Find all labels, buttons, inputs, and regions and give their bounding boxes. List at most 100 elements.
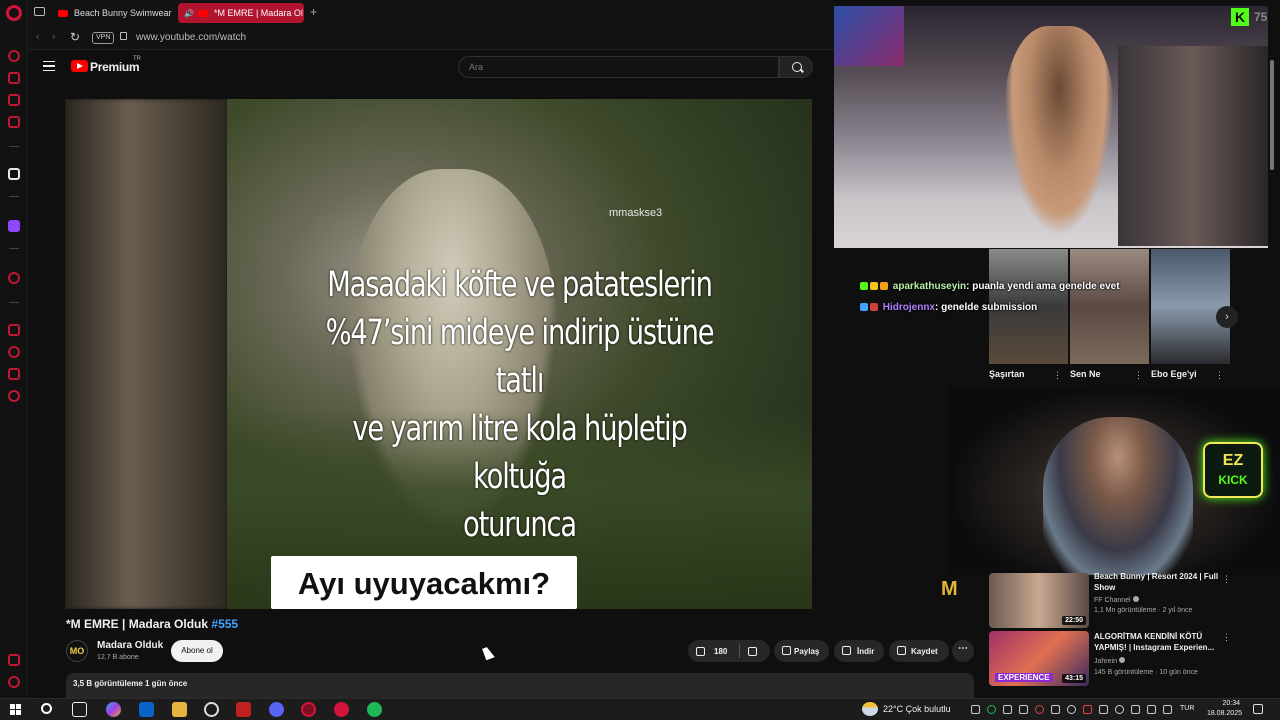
vpn-badge[interactable]: VPN bbox=[92, 32, 115, 44]
task-view-icon[interactable] bbox=[72, 702, 87, 717]
more-icon[interactable]: ⋮ bbox=[1222, 632, 1231, 643]
mail-icon[interactable] bbox=[8, 116, 20, 128]
language-indicator[interactable]: TUR bbox=[1180, 705, 1194, 712]
caption-line: oturunca bbox=[463, 505, 577, 545]
ai-icon[interactable] bbox=[8, 654, 20, 666]
opera-icon[interactable] bbox=[334, 702, 349, 717]
more-actions-button[interactable]: ⋯ bbox=[952, 640, 974, 662]
opera-gx-icon[interactable] bbox=[301, 702, 316, 717]
sidebar-divider bbox=[9, 146, 19, 147]
new-tab-button[interactable]: + bbox=[310, 5, 317, 19]
url-field[interactable]: www.youtube.com/watch bbox=[136, 32, 246, 43]
opera-logo-icon[interactable] bbox=[6, 5, 22, 21]
caption-line: ve yarım litre kola hüpletip koltuğa bbox=[352, 409, 687, 497]
download-button[interactable]: İndir bbox=[834, 640, 884, 662]
history-icon[interactable] bbox=[8, 346, 20, 358]
network-icon[interactable] bbox=[1147, 705, 1156, 714]
tray-icon[interactable] bbox=[1035, 705, 1044, 714]
spotify-icon[interactable] bbox=[367, 702, 382, 717]
settings-icon[interactable] bbox=[8, 390, 20, 402]
more-icon[interactable] bbox=[8, 676, 20, 688]
youtube-header: Premium TR Ara bbox=[28, 50, 834, 86]
tray-icon[interactable] bbox=[1099, 705, 1108, 714]
obs-icon[interactable] bbox=[204, 702, 219, 717]
shelf-title[interactable]: Şaşırtan bbox=[989, 369, 1025, 379]
youtube-logo-icon[interactable] bbox=[71, 60, 88, 72]
scrollbar-thumb[interactable] bbox=[1270, 60, 1274, 170]
side-video-title[interactable]: ALGORİTMA KENDİNİ KÖTÜ YAPMIŞ! | Instagr… bbox=[1094, 631, 1219, 653]
tray-icon[interactable] bbox=[1019, 705, 1028, 714]
more-icon[interactable]: ⋮ bbox=[1215, 370, 1224, 381]
more-icon[interactable]: ⋮ bbox=[1134, 370, 1143, 381]
avatar[interactable]: MO bbox=[66, 640, 88, 662]
dislike-icon[interactable] bbox=[748, 646, 758, 656]
search-icon[interactable] bbox=[41, 703, 52, 714]
like-count[interactable]: 180 bbox=[714, 647, 727, 656]
volume-icon[interactable] bbox=[1163, 705, 1172, 714]
weather-icon[interactable] bbox=[862, 702, 878, 716]
forward-icon[interactable]: › bbox=[52, 31, 56, 43]
bag-icon[interactable] bbox=[8, 72, 20, 84]
tray-icon[interactable] bbox=[1067, 705, 1076, 714]
tab-beach-bunny[interactable]: Beach Bunny Swimwear F bbox=[52, 3, 172, 23]
weather-text[interactable]: 22°C Çok bulutlu bbox=[883, 704, 951, 714]
reload-icon[interactable]: ↻ bbox=[70, 30, 80, 44]
tiktok-icon[interactable] bbox=[8, 168, 20, 180]
twitch-icon[interactable] bbox=[8, 220, 20, 232]
clock-date[interactable]: 18.08.2025 bbox=[1200, 710, 1242, 717]
copilot-icon[interactable] bbox=[106, 702, 121, 717]
save-button[interactable]: Kaydet bbox=[889, 640, 949, 662]
microphone-icon[interactable] bbox=[1115, 705, 1124, 714]
windows-start-icon[interactable] bbox=[10, 704, 21, 715]
channel-name[interactable]: Madara Olduk bbox=[97, 640, 163, 651]
messenger-icon[interactable] bbox=[8, 94, 20, 106]
subscribe-button[interactable]: Abone ol bbox=[171, 640, 223, 662]
pin-icon[interactable] bbox=[8, 324, 20, 336]
search-button[interactable] bbox=[779, 56, 813, 78]
description-box[interactable]: 3,5 B görüntüleme 1 gün önce bbox=[66, 673, 974, 698]
screen: Beach Bunny Swimwear F 🔊 *M EMRE | Madar… bbox=[0, 0, 1280, 720]
shelf-title[interactable]: Sen Ne bbox=[1070, 369, 1101, 379]
tab-overview-icon[interactable] bbox=[34, 7, 45, 16]
shelf-thumbnail[interactable] bbox=[1070, 249, 1149, 364]
shelf-thumbnail[interactable] bbox=[1151, 249, 1230, 364]
back-icon[interactable]: ‹ bbox=[36, 31, 40, 43]
tray-icon[interactable] bbox=[971, 705, 980, 714]
subscriber-count: 12,7 B abone bbox=[97, 654, 139, 661]
tray-icon[interactable] bbox=[1051, 705, 1060, 714]
more-icon[interactable]: ⋮ bbox=[1053, 370, 1062, 381]
page-scrollbar[interactable] bbox=[1268, 30, 1276, 690]
aria-icon[interactable] bbox=[8, 50, 20, 62]
discord-icon[interactable] bbox=[269, 702, 284, 717]
tab-madara-olduk[interactable]: 🔊 *M EMRE | Madara Ol bbox=[178, 3, 304, 23]
more-icon[interactable]: ⋮ bbox=[1222, 574, 1231, 585]
player-icon[interactable] bbox=[8, 272, 20, 284]
like-icon[interactable] bbox=[696, 646, 705, 656]
file-explorer-icon[interactable] bbox=[172, 702, 187, 717]
share-button[interactable]: Paylaş bbox=[774, 640, 829, 662]
tray-icon[interactable] bbox=[1003, 705, 1012, 714]
lock-icon[interactable] bbox=[120, 32, 127, 40]
notification-icon[interactable] bbox=[1253, 704, 1263, 714]
side-video-thumbnail[interactable]: EXPERIENCE 43:15 bbox=[989, 631, 1089, 686]
video-player[interactable]: mmaskse3 Masadaki köfte ve patateslerin … bbox=[65, 99, 812, 609]
side-video-channel[interactable]: Jahrein bbox=[1094, 657, 1125, 665]
tray-icon[interactable] bbox=[1083, 705, 1092, 714]
outlook-icon[interactable] bbox=[139, 702, 154, 717]
address-bar: ‹ › ↻ VPN www.youtube.com/watch bbox=[28, 26, 834, 50]
side-video-channel[interactable]: FF Channel bbox=[1094, 596, 1139, 604]
clock-time[interactable]: 20:34 bbox=[1206, 700, 1240, 707]
shelf-next-icon[interactable]: › bbox=[1216, 306, 1238, 328]
search-input[interactable]: Ara bbox=[458, 56, 779, 78]
tray-icon[interactable] bbox=[1131, 705, 1140, 714]
spotify-tray-icon[interactable] bbox=[987, 705, 996, 714]
shelf-title[interactable]: Ebo Ege'yi bbox=[1151, 369, 1197, 379]
youtube-premium-logo[interactable]: Premium bbox=[90, 60, 140, 74]
menu-icon[interactable] bbox=[43, 61, 55, 71]
video-editor-icon[interactable] bbox=[236, 702, 251, 717]
side-video-thumbnail[interactable]: 22:50 bbox=[989, 573, 1089, 628]
side-video-title[interactable]: Beach Bunny | Resort 2024 | Full Show bbox=[1094, 571, 1219, 593]
viewer-count: 75 bbox=[1254, 10, 1268, 24]
extensions-icon[interactable] bbox=[8, 368, 20, 380]
hashtag-link[interactable]: #555 bbox=[211, 617, 238, 631]
